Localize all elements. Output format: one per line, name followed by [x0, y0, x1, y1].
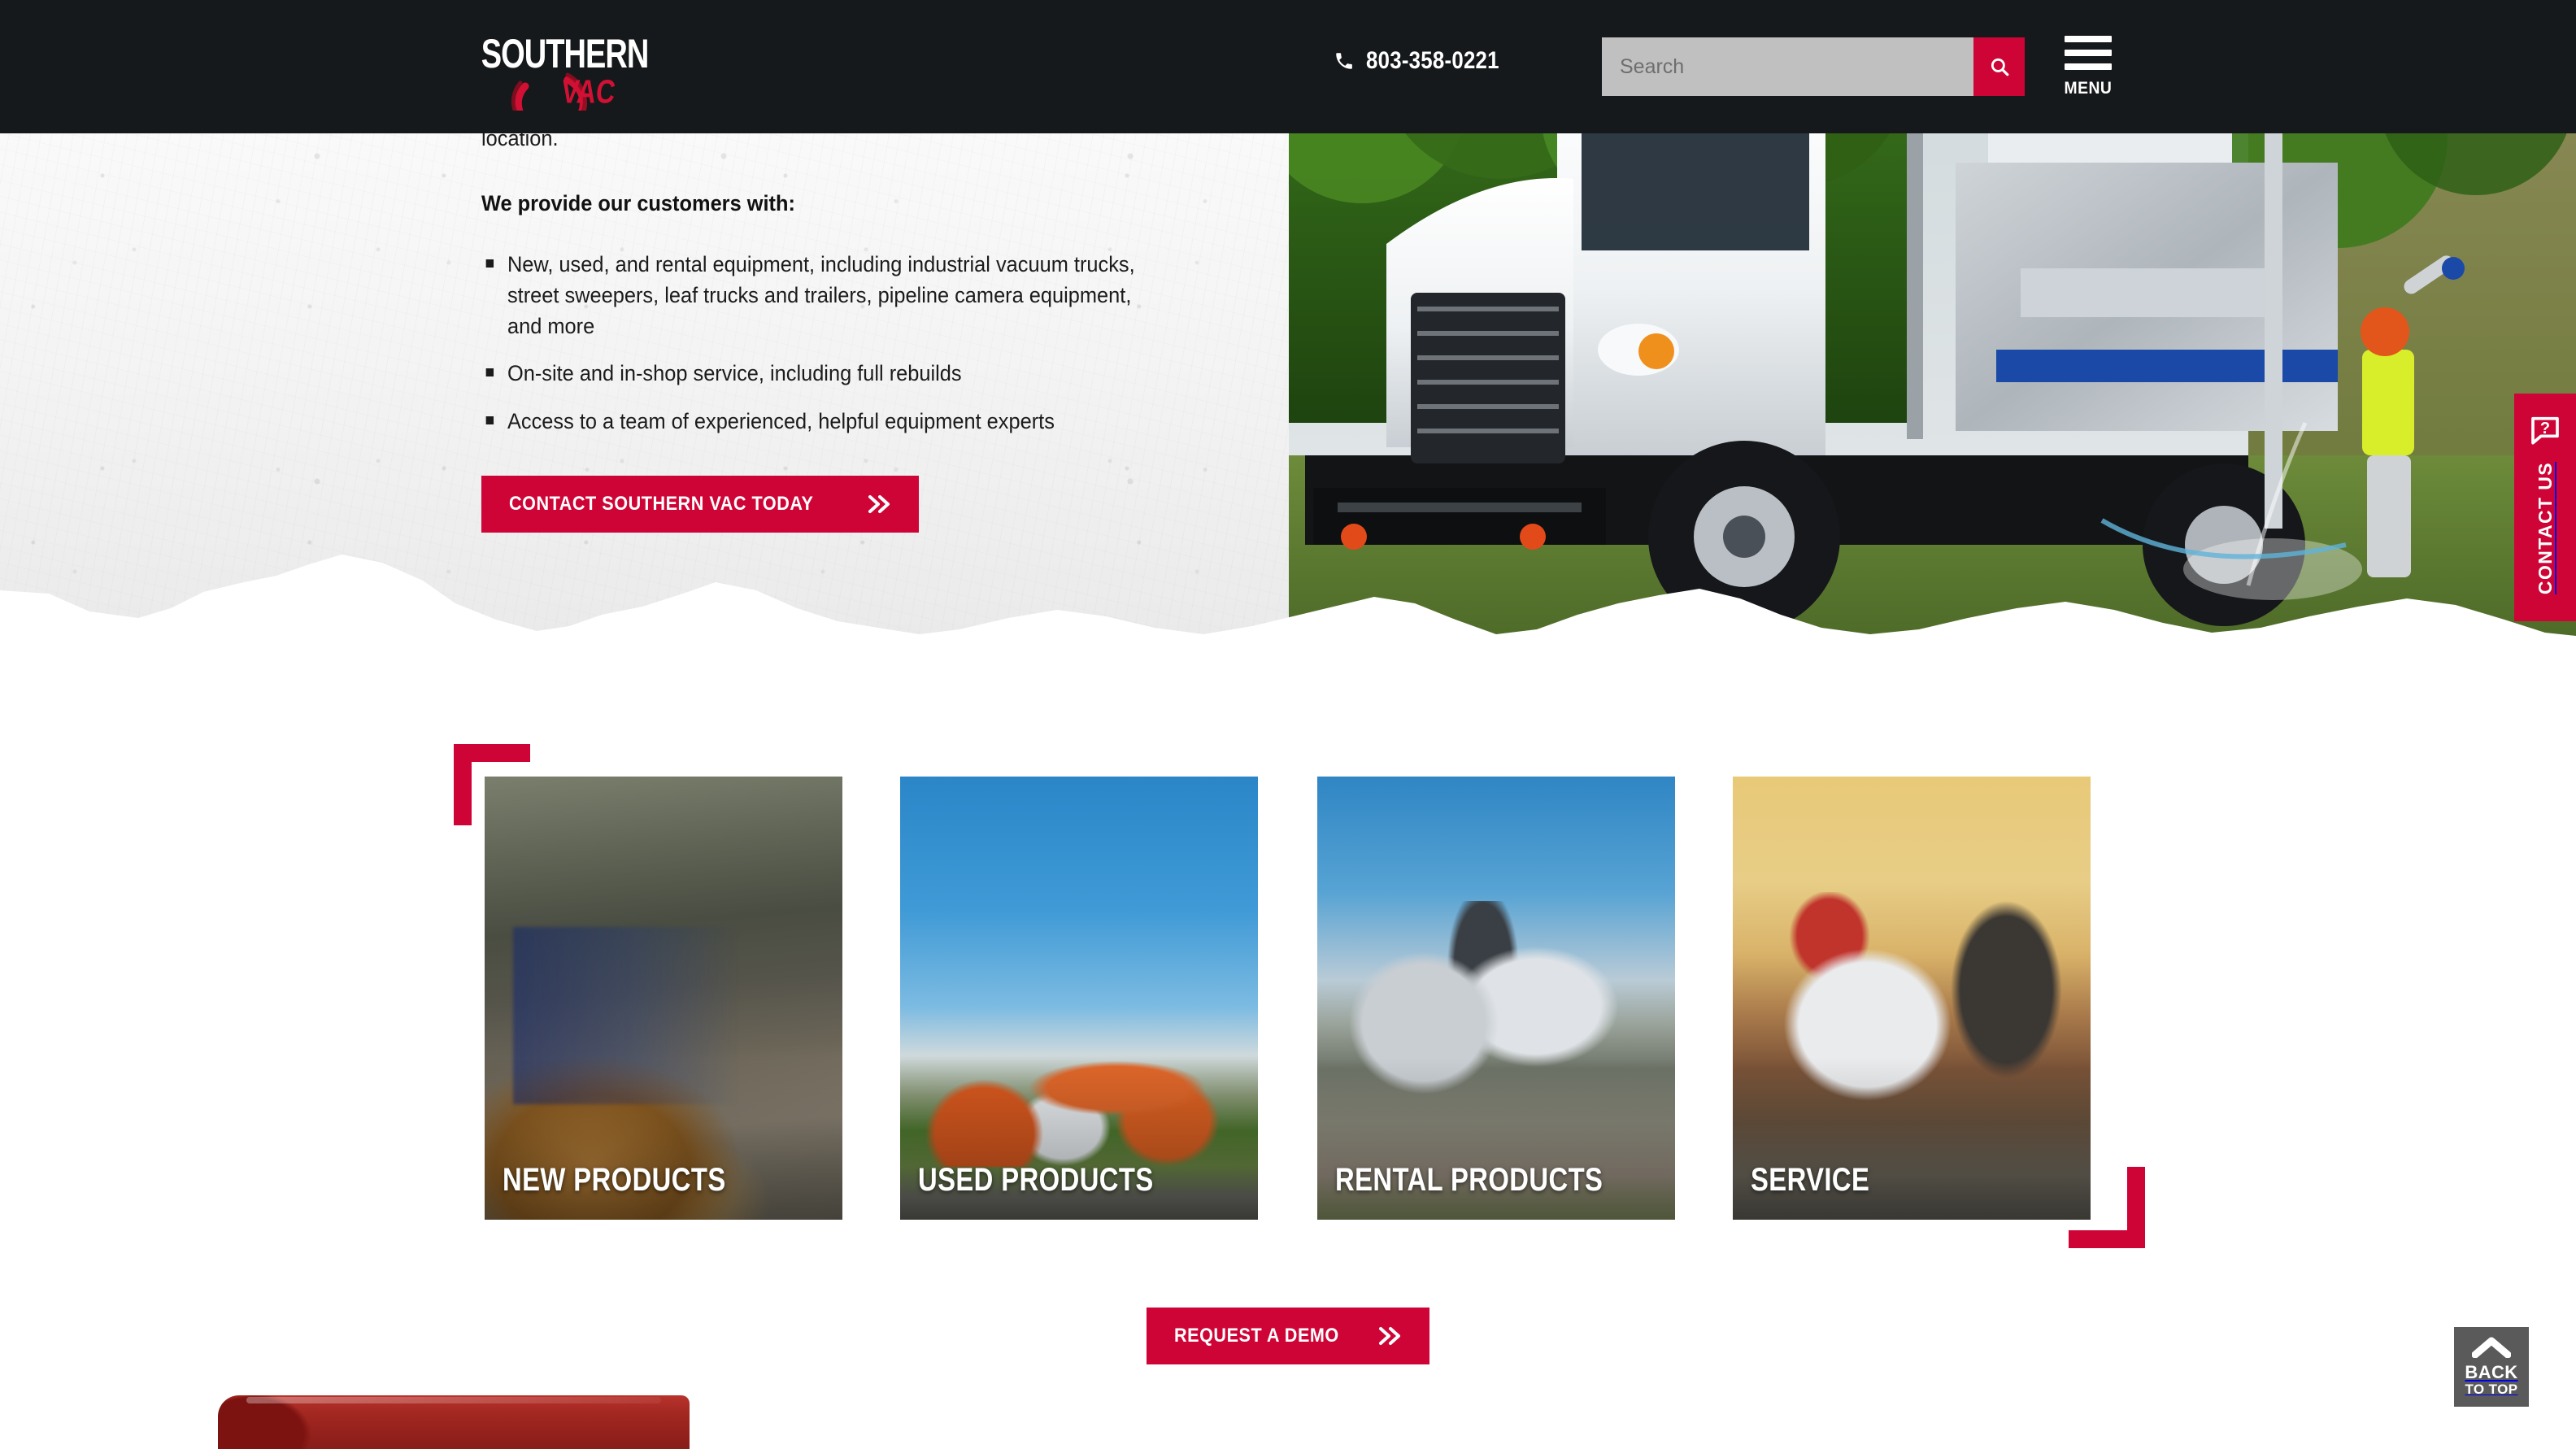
card-rental-products[interactable]: RENTAL PRODUCTS: [1317, 777, 1675, 1220]
list-item: New, used, and rental equipment, includi…: [481, 249, 1169, 342]
demo-button-label: REQUEST A DEMO: [1174, 1325, 1340, 1347]
demo-button-row: REQUEST A DEMO: [0, 1308, 2576, 1364]
truck-highlight: [246, 1397, 662, 1403]
product-cards-section: NEW PRODUCTS USED PRODUCTS RENTAL PRODUC…: [0, 736, 2576, 1256]
hero-lead-text: We provide our customers with:: [481, 190, 795, 215]
search-input[interactable]: [1602, 37, 1973, 96]
double-chevron-right-icon: [867, 494, 891, 514]
search-submit-button[interactable]: [1973, 37, 2025, 96]
contact-southern-vac-button[interactable]: CONTACT SOUTHERN VAC TODAY: [481, 476, 920, 533]
phone-number: 803-358-0221: [1366, 47, 1499, 74]
request-a-demo-button[interactable]: REQUEST A DEMO: [1147, 1308, 1429, 1364]
card-label: SERVICE: [1751, 1162, 1870, 1198]
contact-us-tab[interactable]: ? CONTACT US: [2514, 394, 2576, 621]
card-service[interactable]: SERVICE: [1733, 777, 2091, 1220]
phone-link[interactable]: 803-358-0221: [1334, 47, 1521, 75]
bottom-red-truck-image: [218, 1382, 690, 1449]
svg-text:?: ?: [2540, 420, 2550, 437]
hamburger-icon: [2065, 36, 2112, 77]
hero-bullet-list: New, used, and rental equipment, includi…: [481, 249, 1213, 437]
list-item: Access to a team of experienced, helpful…: [481, 406, 1169, 437]
svg-text:VAC: VAC: [559, 73, 617, 110]
card-label: RENTAL PRODUCTS: [1335, 1162, 1603, 1198]
site-header: SOUTHERN VAC 803-358-0221 MENU: [0, 0, 2576, 133]
card-label: NEW PRODUCTS: [503, 1162, 726, 1198]
back-to-top-button[interactable]: BACK TO TOP: [2454, 1327, 2529, 1407]
hero-copy: location. We provide our customers with:…: [481, 122, 1213, 533]
card-label: USED PRODUCTS: [918, 1162, 1154, 1198]
card-used-products[interactable]: USED PRODUCTS: [900, 777, 1258, 1220]
site-logo[interactable]: SOUTHERN VAC: [478, 23, 665, 111]
phone-icon: [1336, 53, 1352, 69]
menu-toggle-button[interactable]: MENU: [2062, 36, 2114, 101]
search-form: [1602, 37, 2025, 96]
list-item: On-site and in-shop service, including f…: [481, 358, 1169, 389]
contact-button-label: CONTACT SOUTHERN VAC TODAY: [509, 493, 814, 516]
contact-us-tab-label: CONTACT US: [2534, 462, 2556, 595]
logo-mark: SOUTHERN VAC: [481, 32, 649, 111]
chevron-up-icon: [2472, 1337, 2511, 1358]
svg-text:SOUTHERN: SOUTHERN: [481, 32, 649, 76]
card-new-products[interactable]: NEW PRODUCTS: [485, 777, 842, 1220]
question-bubble-icon: ?: [2531, 416, 2559, 445]
back-to-top-line1: BACK: [2465, 1361, 2518, 1382]
search-icon: [1991, 58, 2008, 76]
back-to-top-line2: TO TOP: [2465, 1381, 2518, 1397]
menu-label: MENU: [2064, 79, 2113, 98]
double-chevron-right-icon: [1377, 1326, 1402, 1346]
